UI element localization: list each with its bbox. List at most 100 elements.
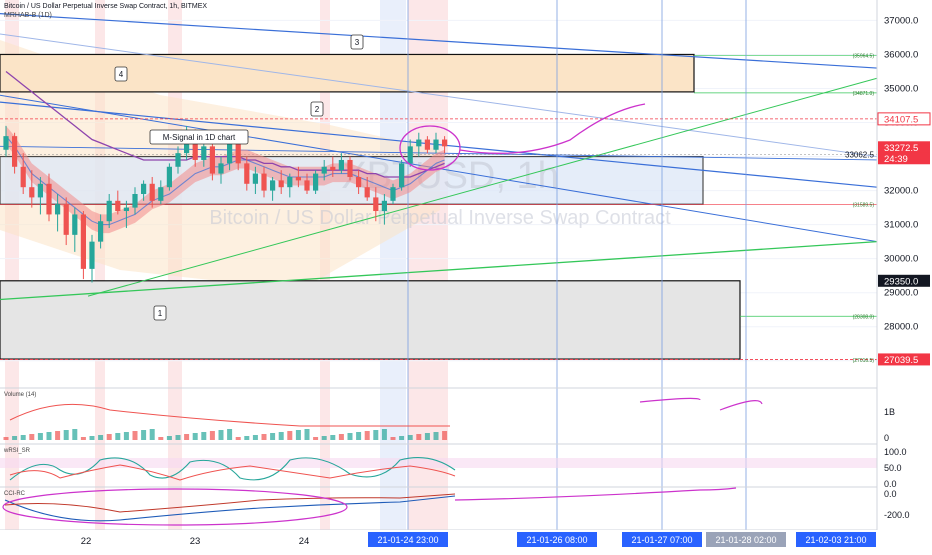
candle-body — [278, 180, 284, 188]
candle-body — [141, 183, 147, 194]
volume-bar — [321, 436, 327, 440]
price-tick: 30000.0 — [884, 254, 918, 265]
volume-bar — [373, 430, 379, 440]
price-tick: 32000.0 — [884, 186, 918, 197]
volume-bar — [313, 437, 319, 440]
wave-badge-label: 2 — [315, 105, 320, 114]
volume-bar — [72, 429, 78, 440]
time-axis-bg — [0, 530, 932, 550]
indicator-label: MRHAB-B (1D) — [4, 12, 52, 19]
volume-bar — [227, 429, 233, 440]
volume-bar — [89, 436, 95, 440]
volume-bar — [407, 435, 413, 440]
volume-bar — [166, 436, 172, 440]
volume-bar — [295, 430, 301, 440]
candle-body — [63, 204, 69, 235]
time-tick: 22 — [81, 536, 92, 547]
volume-bar — [218, 430, 224, 440]
candle-body — [304, 180, 310, 191]
candle-body — [20, 166, 26, 188]
volume-bar — [201, 432, 207, 440]
candle-body — [407, 146, 413, 164]
volume-markup — [639, 397, 763, 411]
volume-bar — [399, 436, 405, 440]
candle-body — [29, 187, 35, 198]
candle-body — [209, 146, 215, 174]
price-tick: 37000.0 — [884, 15, 918, 26]
pane-tick: -200.0 — [884, 510, 910, 520]
volume-bar — [123, 432, 129, 440]
time-label: 21-01-26 08:00 — [526, 535, 587, 545]
time-label: 21-01-27 07:00 — [631, 535, 692, 545]
candle-body — [338, 159, 344, 171]
volume-bar — [330, 435, 336, 440]
candle-body — [55, 204, 61, 215]
price-tick: 35000.0 — [884, 83, 918, 94]
time-label: 21-02-03 21:00 — [805, 535, 866, 545]
volume-bar — [252, 435, 258, 440]
volume-bar — [356, 432, 362, 440]
candle-body — [3, 136, 9, 150]
candle-body — [175, 153, 181, 167]
volume-bar — [37, 433, 43, 440]
level-note: (34871.0) — [853, 91, 875, 97]
volume-bar — [433, 432, 439, 440]
pane-tick: 100.0 — [884, 447, 907, 457]
volume-bar — [184, 434, 190, 440]
volume-bar — [347, 433, 353, 440]
candle-body — [313, 173, 319, 191]
pane-label: Volume (14) — [4, 392, 36, 398]
level-note: (31589.5) — [853, 203, 875, 209]
price-tick: 31000.0 — [884, 220, 918, 231]
candle-body — [244, 163, 250, 184]
volume-bar — [338, 434, 344, 440]
candle-body — [37, 183, 43, 198]
price-tick: 36000.0 — [884, 49, 918, 60]
candle-body — [89, 241, 95, 269]
volume-bar — [209, 431, 215, 440]
time-tick: 24 — [299, 536, 310, 547]
candle-body — [261, 173, 267, 191]
candle-body — [12, 136, 18, 167]
volume-bar — [98, 435, 104, 440]
volume-bar — [416, 434, 422, 440]
candle-body — [80, 214, 86, 269]
candle-body — [347, 159, 353, 177]
candle-body — [218, 163, 224, 174]
chart-title: Bitcoin / US Dollar Perpetual Inverse Sw… — [4, 3, 208, 10]
volume-bar — [63, 430, 69, 440]
time-label: 21-01-28 02:00 — [715, 535, 776, 545]
chart-stage: XBTUSD, 1h Bitcoin / US Dollar Perpetual … — [0, 0, 932, 550]
volume-bar — [106, 434, 112, 440]
volume-bar — [390, 437, 396, 440]
candle-body — [115, 200, 121, 212]
candle-body — [433, 139, 439, 150]
candle-body — [356, 176, 362, 188]
volume-bar — [270, 433, 276, 440]
candle-body — [132, 194, 138, 208]
candle-body — [399, 163, 405, 188]
candle-body — [98, 221, 104, 242]
candle-body — [201, 146, 207, 160]
candle-body — [390, 187, 396, 201]
price-label: 34107.5 — [884, 114, 918, 125]
candle-body — [373, 197, 379, 212]
volume-bar — [175, 435, 181, 440]
volume-bar — [244, 436, 250, 440]
wave-badge-label: 1 — [158, 309, 163, 318]
candle-body — [295, 176, 301, 181]
price-tick: 29000.0 — [884, 288, 918, 299]
pane-tick: 0 — [884, 433, 889, 443]
candle-body — [46, 183, 52, 215]
volume-bar — [424, 433, 430, 440]
candle-body — [424, 139, 430, 150]
callout-m-signal: M-Signal in 1D chart — [163, 133, 236, 142]
candle-body — [381, 200, 387, 212]
candle-body — [442, 139, 448, 147]
volume-bar — [364, 431, 370, 440]
level-note: (27016.5) — [853, 358, 875, 364]
rsi-band — [0, 458, 877, 468]
candle-body — [252, 173, 258, 184]
candle-body — [106, 200, 112, 222]
volume-bar — [141, 430, 147, 440]
